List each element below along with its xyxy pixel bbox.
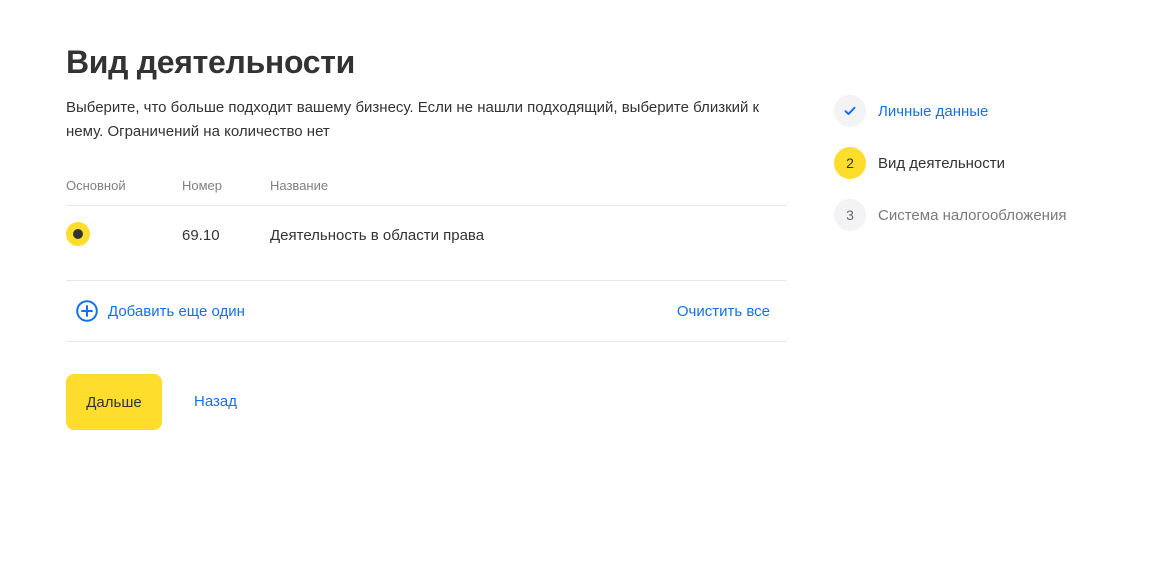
progress-steps: Личные данные 2 Вид деятельности 3 Систе… <box>834 95 1134 251</box>
step-number: 3 <box>834 199 866 231</box>
check-icon <box>834 95 866 127</box>
table-header: Основной Номер Название <box>66 178 786 206</box>
header-number: Номер <box>182 178 223 193</box>
form-buttons: Дальше Назад <box>66 374 786 430</box>
activity-number: 69.10 <box>182 227 220 244</box>
primary-radio[interactable] <box>66 222 90 246</box>
back-button[interactable]: Назад <box>194 393 237 410</box>
step-label: Вид деятельности <box>878 154 1006 172</box>
step-activity-type: 2 Вид деятельности <box>834 147 1134 179</box>
add-activity-button[interactable]: Добавить еще один <box>76 300 245 322</box>
page-subtitle: Выберите, что больше подходит вашему биз… <box>66 99 760 140</box>
header-primary: Основной <box>66 178 126 193</box>
next-button[interactable]: Дальше <box>66 374 162 430</box>
page: Вид деятельности Выберите, что больше по… <box>0 0 1155 582</box>
activity-name: Деятельность в области права <box>270 227 485 244</box>
table-actions: Добавить еще один Очистить все <box>66 281 786 342</box>
clear-all-button[interactable]: Очистить все <box>677 303 770 320</box>
add-activity-label: Добавить еще один <box>108 302 245 320</box>
page-title: Вид деятельности <box>66 44 356 80</box>
step-label: Личные данные <box>878 102 989 120</box>
step-tax-system: 3 Система налогообложения <box>834 199 1134 231</box>
step-personal-data[interactable]: Личные данные <box>834 95 1134 127</box>
header-name: Название <box>270 178 329 193</box>
step-label: Система налогообложения <box>878 206 1067 224</box>
table-row: 69.10 Деятельность в области права <box>66 206 786 281</box>
step-number: 2 <box>834 147 866 179</box>
plus-circle-icon <box>76 300 98 322</box>
main-content: Вид деятельности Выберите, что больше по… <box>66 40 786 430</box>
